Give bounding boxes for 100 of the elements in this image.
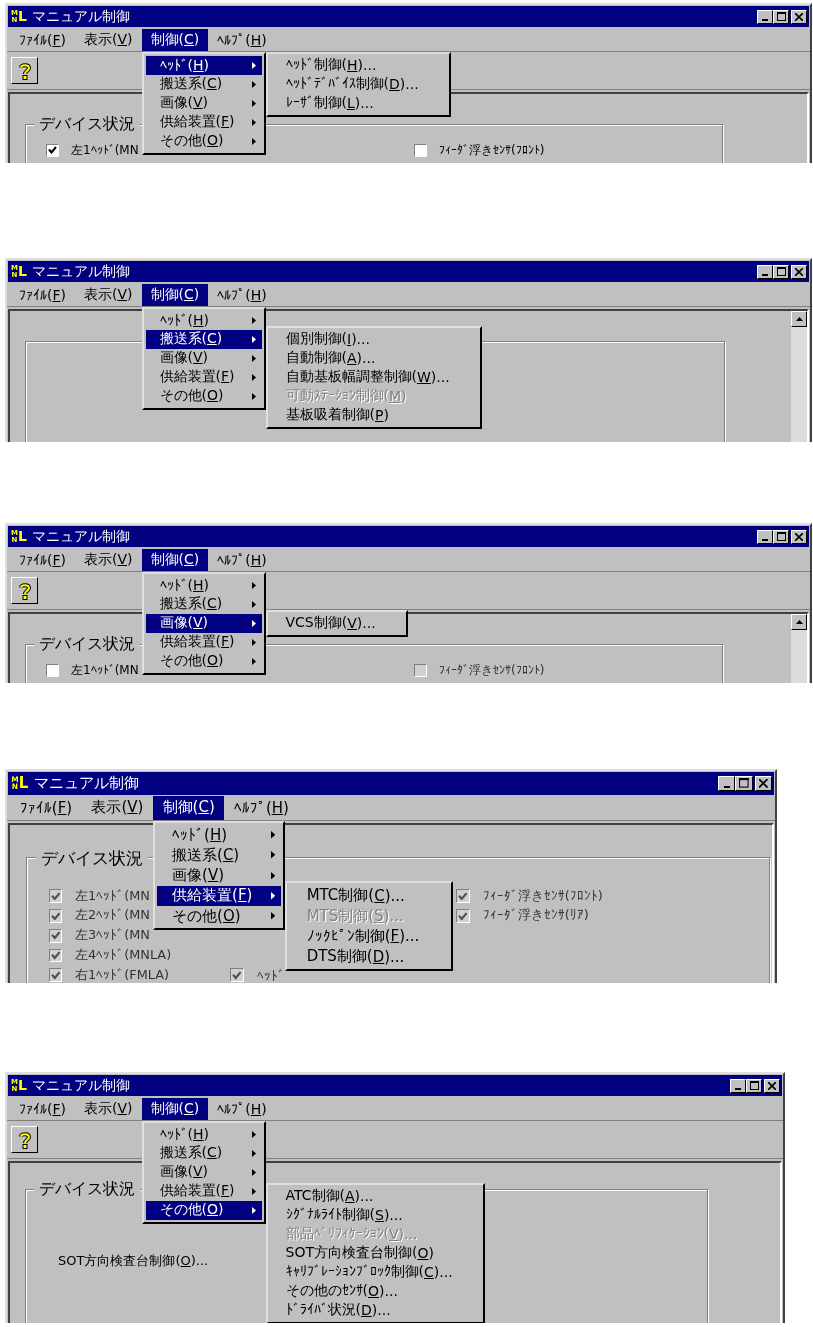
menu-item[interactable]: 供給装置(F)	[157, 885, 282, 906]
help-button[interactable]	[11, 1126, 38, 1153]
close-button[interactable]	[791, 9, 807, 24]
menu-item[interactable]: ｼｸﾞﾅﾙﾗｲﾄ制御(S)...	[269, 1205, 481, 1225]
menu-item[interactable]: その他(O)	[157, 906, 282, 927]
menu-bar-item[interactable]: 制御(C)	[141, 283, 209, 306]
submenu-arrow-icon	[251, 600, 256, 608]
menu-item[interactable]: ﾚｰｻﾞ制御(L)...	[269, 93, 447, 113]
menu-item[interactable]: 搬送系(C)	[157, 845, 282, 866]
menu-bar-item[interactable]: ﾌｧｲﾙ(F)	[10, 796, 82, 819]
menu-item[interactable]: ATC制御(A)...	[269, 1186, 481, 1206]
menu-item[interactable]: その他(O)	[145, 131, 262, 151]
checkbox[interactable]: 左1ﾍｯﾄﾞ(MN	[46, 661, 139, 680]
menu-item[interactable]: MTC制御(C)...	[289, 885, 450, 906]
menu-item[interactable]: 画像(V)	[145, 348, 262, 368]
scroll-up-button[interactable]	[791, 614, 807, 630]
menu-item[interactable]: ﾍｯﾄﾞ(H)	[145, 1124, 262, 1144]
menu-bar-item[interactable]: ﾌｧｲﾙ(F)	[10, 284, 75, 305]
close-button[interactable]	[791, 529, 807, 544]
maximize-button[interactable]	[773, 264, 789, 279]
menu-bar-item[interactable]: ﾌｧｲﾙ(F)	[10, 549, 75, 570]
menu-bar-item[interactable]: ﾍﾙﾌﾟ(H)	[208, 284, 276, 305]
menu-item[interactable]: 画像(V)	[157, 865, 282, 886]
menu-item[interactable]: 供給装置(F)	[145, 1181, 262, 1201]
menu-item[interactable]: その他(O)	[145, 386, 262, 406]
maximize-button[interactable]	[773, 9, 789, 24]
checkbox-box[interactable]	[414, 143, 427, 157]
menu-item[interactable]: 自動制御(A)...	[269, 348, 478, 368]
menu-item[interactable]: 供給装置(F)	[145, 632, 262, 652]
minimize-button[interactable]	[757, 9, 773, 24]
menu-bar-item[interactable]: 制御(C)	[141, 548, 209, 571]
menu-item[interactable]: 基板吸着制御(P)	[269, 405, 478, 425]
submenu-arrow-icon	[251, 316, 256, 324]
menu-bar-item[interactable]: 制御(C)	[141, 1097, 209, 1120]
maximize-button[interactable]	[773, 529, 789, 544]
help-button[interactable]	[11, 577, 38, 604]
maximize-icon	[776, 267, 786, 276]
menu-item[interactable]: ﾍｯﾄﾞﾃﾞﾊﾞｲｽ制御(D)...	[269, 74, 447, 94]
menu-item[interactable]: 供給装置(F)	[145, 112, 262, 132]
menu-item[interactable]: ﾍｯﾄﾞ(H)	[157, 824, 282, 846]
menu-item[interactable]: その他(O)	[145, 651, 262, 671]
minimize-button[interactable]	[730, 1078, 746, 1093]
checkbox-box[interactable]	[46, 143, 59, 157]
menu-bar-item[interactable]: ﾍﾙﾌﾟ(H)	[208, 1098, 276, 1119]
checkbox[interactable]: ﾌｨｰﾀﾞ浮きｾﾝｻ(ﾌﾛﾝﾄ)	[414, 141, 545, 160]
minimize-button[interactable]	[757, 264, 773, 279]
window-title: マニュアル制御	[31, 262, 130, 281]
menu-bar-item[interactable]: 表示(V)	[75, 283, 142, 306]
menu-item[interactable]: その他(O)	[145, 1200, 262, 1220]
maximize-button[interactable]	[746, 1078, 762, 1093]
minimize-button[interactable]	[757, 529, 773, 544]
menu-bar-item[interactable]: ﾌｧｲﾙ(F)	[10, 1098, 75, 1119]
window-title: マニュアル制御	[31, 527, 130, 546]
menu-bar-item[interactable]: 表示(V)	[75, 1097, 142, 1120]
submenu-arrow-icon	[251, 99, 256, 107]
menu-item[interactable]: 個別制御(I)...	[269, 329, 478, 349]
check-icon	[50, 891, 61, 901]
minimize-icon	[735, 1087, 741, 1090]
window-title: マニュアル制御	[33, 773, 139, 793]
menu-bar-item[interactable]: ﾌｧｲﾙ(F)	[10, 29, 75, 50]
menu-item[interactable]: 画像(V)	[145, 613, 262, 633]
menu-item[interactable]: ﾍｯﾄﾞ(H)	[145, 575, 262, 595]
menu-item[interactable]: 画像(V)	[145, 93, 262, 113]
menu-item[interactable]: 搬送系(C)	[145, 1143, 262, 1163]
menu-bar-item[interactable]: 表示(V)	[75, 28, 142, 51]
menu-item[interactable]: 供給装置(F)	[145, 367, 262, 387]
submenu-arrow-icon	[251, 137, 256, 145]
menu-item[interactable]: ｷｬﾘﾌﾞﾚｰｼｮﾝﾌﾞﾛｯｸ制御(C)...	[269, 1262, 481, 1282]
menu-bar-item[interactable]: 表示(V)	[81, 796, 153, 820]
maximize-button[interactable]	[735, 775, 753, 791]
submenu-arrow-icon	[251, 581, 256, 589]
menu-item[interactable]: ﾄﾞﾗｲﾊﾞ状況(D)...	[269, 1300, 481, 1320]
menu-item[interactable]: 搬送系(C)	[145, 74, 262, 94]
menu-bar-item[interactable]: ﾍﾙﾌﾟ(H)	[208, 29, 276, 50]
menu-bar-item[interactable]: ﾍﾙﾌﾟ(H)	[224, 796, 299, 819]
menu-bar-item[interactable]: ﾍﾙﾌﾟ(H)	[208, 549, 276, 570]
menu-item[interactable]: SOT方向検査台制御(O)	[269, 1243, 481, 1263]
menu-bar-item[interactable]: 制御(C)	[152, 796, 225, 820]
scroll-up-button[interactable]	[791, 311, 807, 327]
menu-bar-item[interactable]: 制御(C)	[141, 28, 209, 51]
close-button[interactable]	[791, 264, 807, 279]
close-button[interactable]	[754, 775, 772, 791]
close-icon	[759, 779, 768, 788]
menu-item[interactable]: ﾍｯﾄﾞ制御(H)...	[269, 55, 447, 75]
menu-item[interactable]: VCS制御(V)...	[269, 613, 404, 633]
menu-item[interactable]: その他のｾﾝｻ(O)...	[269, 1281, 481, 1301]
menu-item[interactable]: 搬送系(C)	[145, 329, 262, 349]
menu-item[interactable]: ﾍｯﾄﾞ(H)	[145, 55, 262, 75]
close-button[interactable]	[764, 1078, 780, 1093]
menu-item[interactable]: 搬送系(C)	[145, 594, 262, 614]
minimize-button[interactable]	[718, 775, 736, 791]
menu-item[interactable]: 画像(V)	[145, 1162, 262, 1182]
help-button[interactable]	[11, 57, 38, 84]
menu-item[interactable]: 自動基板幅調整制御(W)...	[269, 367, 478, 387]
checkbox[interactable]: 左1ﾍｯﾄﾞ(MN	[46, 141, 139, 160]
menu-item[interactable]: ﾉｯｸﾋﾟﾝ制御(F)...	[289, 926, 450, 947]
menu-bar-item[interactable]: 表示(V)	[75, 548, 142, 571]
menu-item[interactable]: ﾍｯﾄﾞ(H)	[145, 310, 262, 330]
checkbox-box[interactable]	[46, 663, 59, 677]
menu-item[interactable]: DTS制御(D)...	[289, 946, 450, 967]
